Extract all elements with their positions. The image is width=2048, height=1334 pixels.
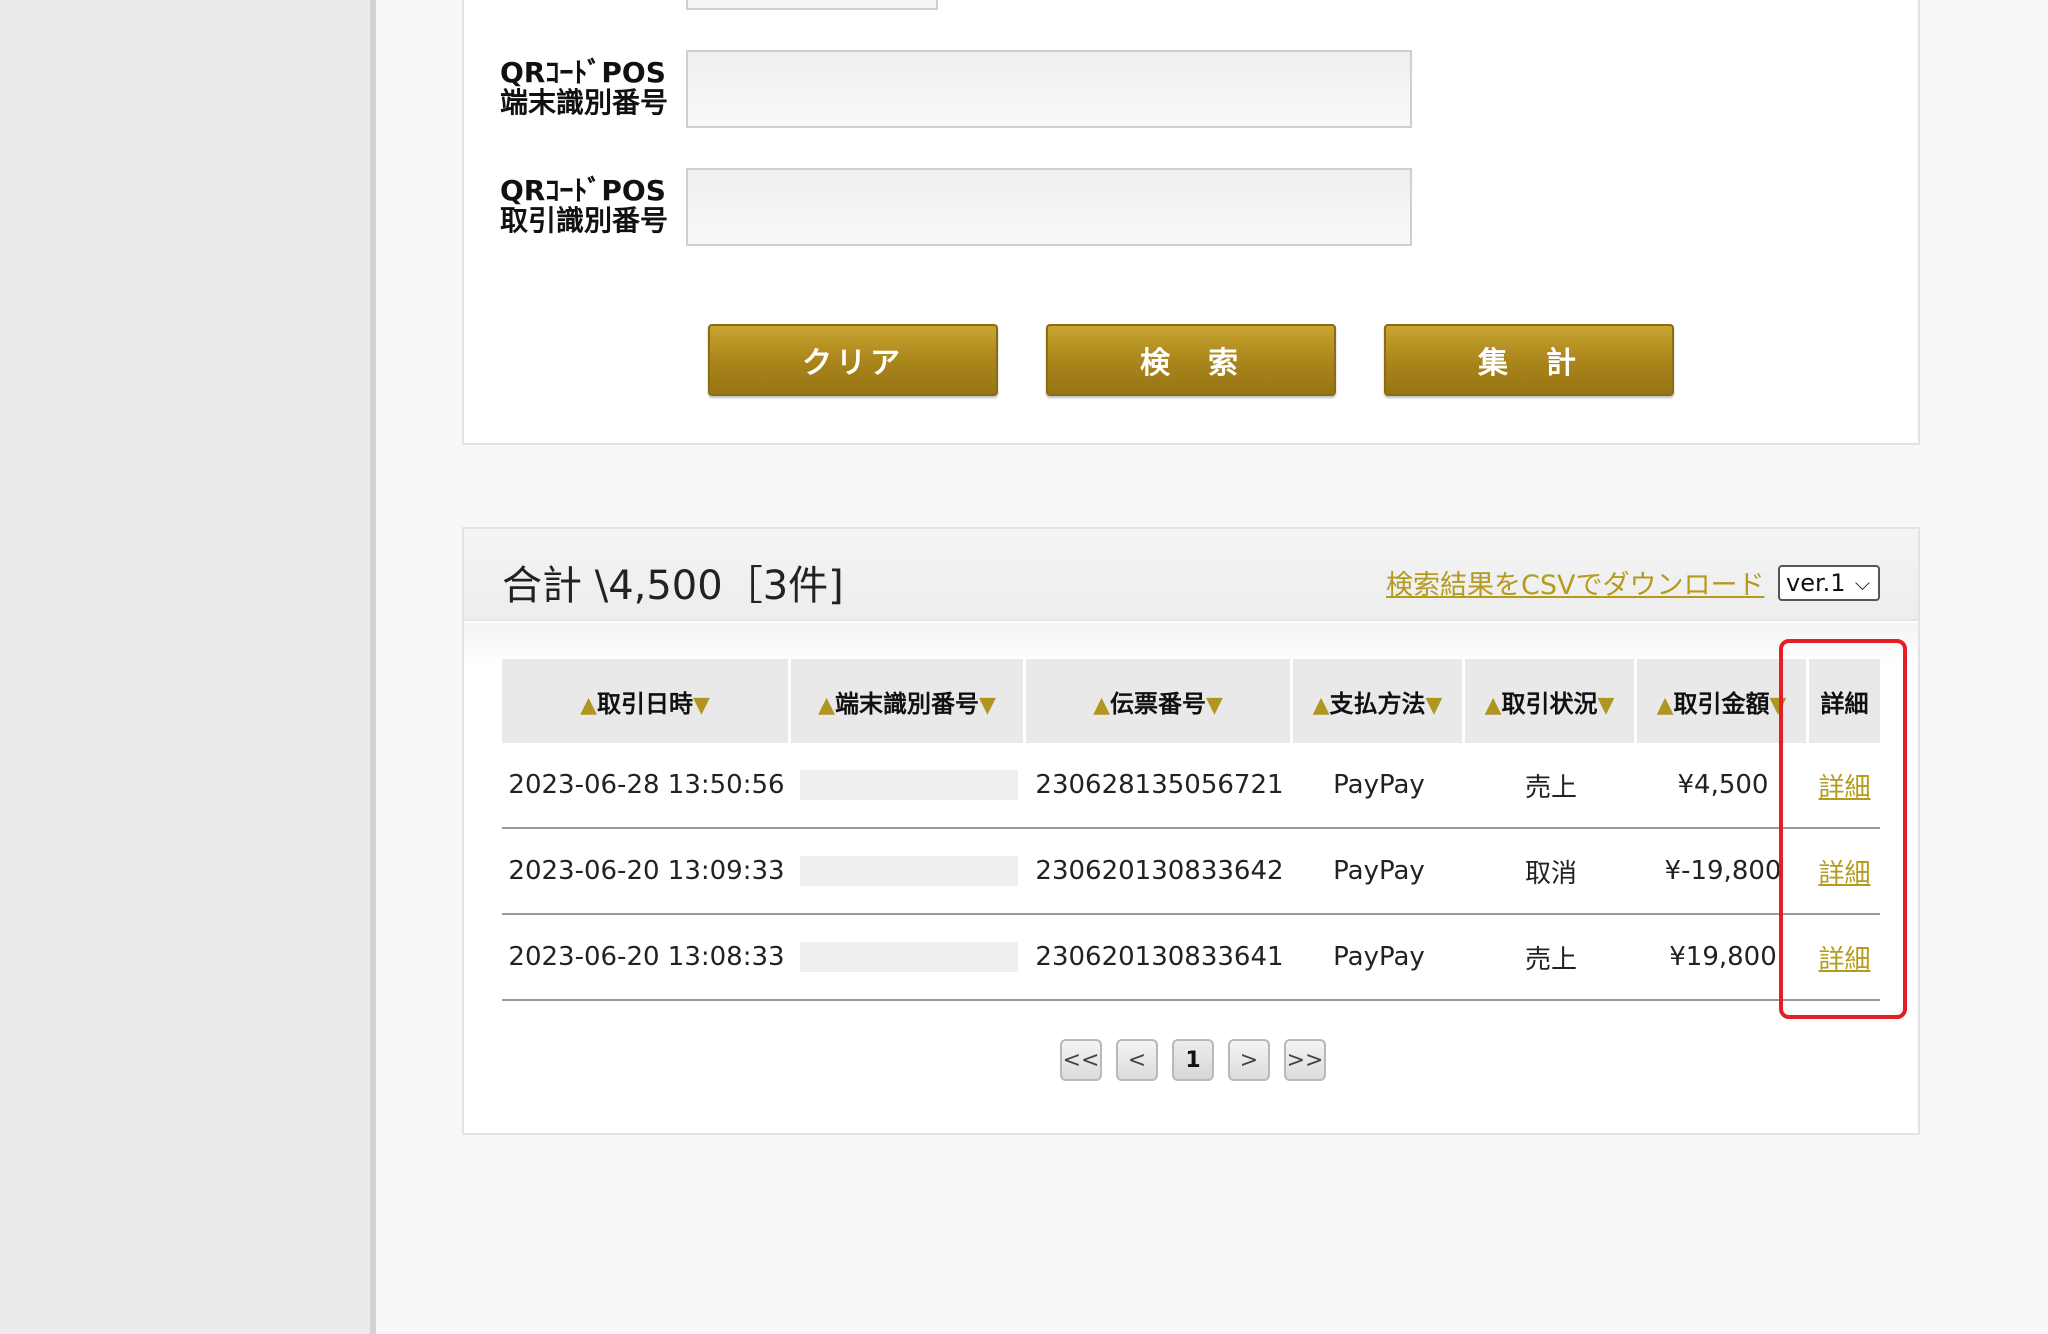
col-label: 取引日時 <box>597 689 693 718</box>
sort-asc-icon[interactable]: ▲ <box>1657 693 1674 718</box>
col-detail: 詳細 <box>1809 659 1880 743</box>
sort-desc-icon[interactable]: ▼ <box>1426 693 1443 718</box>
clear-button[interactable]: クリア <box>708 324 998 396</box>
first-page-button[interactable]: << <box>1060 1039 1102 1081</box>
sort-asc-icon[interactable]: ▲ <box>1485 693 1502 718</box>
sort-desc-icon[interactable]: ▼ <box>1206 693 1223 718</box>
detail-link[interactable]: 詳細 <box>1818 945 1870 975</box>
cell-slip: 230628135056721 <box>1026 743 1293 829</box>
col-label: 支払方法 <box>1329 689 1426 718</box>
table-row: 2023-06-20 13:08:33 230620130833641 PayP… <box>502 915 1880 1001</box>
col-amount[interactable]: ▲取引金額▼ <box>1637 659 1809 743</box>
cell-amount: ¥4,500 <box>1637 743 1809 829</box>
cell-amount: ¥-19,800 <box>1637 829 1809 915</box>
redacted-value <box>799 942 1018 973</box>
detail-link[interactable]: 詳細 <box>1818 859 1870 889</box>
cell-slip: 230620130833642 <box>1026 829 1293 915</box>
sort-desc-icon[interactable]: ▼ <box>1770 693 1787 718</box>
transaction-id-label: QRｺｰﾄﾞPOS 取引識別番号 <box>500 174 669 237</box>
redacted-value <box>799 856 1018 887</box>
table-row: 2023-06-28 13:50:56 230628135056721 PayP… <box>502 743 1880 829</box>
col-terminal[interactable]: ▲端末識別番号▼ <box>791 659 1026 743</box>
cell-detail: 詳細 <box>1809 915 1880 1001</box>
cell-datetime: 2023-06-28 13:50:56 <box>502 743 791 829</box>
next-page-button[interactable]: > <box>1228 1039 1270 1081</box>
cell-amount: ¥19,800 <box>1637 915 1809 1001</box>
results-table: ▲取引日時▼ ▲端末識別番号▼ ▲伝票番号▼ ▲支払方法▼ ▲取引状況▼ ▲取引… <box>502 659 1880 1001</box>
last-page-button[interactable]: >> <box>1284 1039 1326 1081</box>
search-field-top-partial[interactable] <box>686 0 938 10</box>
page-1-button[interactable]: 1 <box>1172 1039 1214 1081</box>
sort-asc-icon[interactable]: ▲ <box>818 693 835 718</box>
search-button[interactable]: 検 索 <box>1046 324 1336 396</box>
csv-download-link[interactable]: 検索結果をCSVでダウンロード <box>1386 563 1764 602</box>
col-method[interactable]: ▲支払方法▼ <box>1293 659 1465 743</box>
sort-desc-icon[interactable]: ▼ <box>1598 693 1615 718</box>
cell-method: PayPay <box>1293 915 1465 1001</box>
redacted-value <box>799 770 1018 801</box>
aggregate-button[interactable]: 集 計 <box>1384 324 1674 396</box>
sort-asc-icon[interactable]: ▲ <box>1093 693 1110 718</box>
cell-method: PayPay <box>1293 743 1465 829</box>
col-label: 伝票番号 <box>1110 689 1206 718</box>
cell-terminal <box>791 829 1026 915</box>
left-sidebar <box>0 0 376 1334</box>
terminal-id-input[interactable] <box>686 50 1412 128</box>
version-select[interactable]: ver.1 ⌵ <box>1778 565 1880 601</box>
cell-slip: 230620130833641 <box>1026 915 1293 1001</box>
chevron-down-icon: ⌵ <box>1854 571 1870 595</box>
cell-detail: 詳細 <box>1809 829 1880 915</box>
cell-status: 売上 <box>1465 743 1637 829</box>
results-total: 合計 \4,500［3件] <box>502 563 844 609</box>
header-shadow <box>464 623 1918 663</box>
table-row: 2023-06-20 13:09:33 230620130833642 PayP… <box>502 829 1880 915</box>
transaction-id-input[interactable] <box>686 168 1412 246</box>
results-header: 合計 \4,500［3件] 検索結果をCSVでダウンロード ver.1 ⌵ <box>464 529 1918 621</box>
table-header-row: ▲取引日時▼ ▲端末識別番号▼ ▲伝票番号▼ ▲支払方法▼ ▲取引状況▼ ▲取引… <box>502 659 1880 743</box>
sort-asc-icon[interactable]: ▲ <box>1313 693 1330 718</box>
version-select-value: ver.1 <box>1786 569 1846 597</box>
cell-status: 取消 <box>1465 829 1637 915</box>
detail-link[interactable]: 詳細 <box>1818 773 1870 803</box>
cell-detail: 詳細 <box>1809 743 1880 829</box>
col-slip[interactable]: ▲伝票番号▼ <box>1026 659 1293 743</box>
pagination: << < 1 > >> <box>1060 1039 1326 1081</box>
prev-page-button[interactable]: < <box>1116 1039 1158 1081</box>
sort-desc-icon[interactable]: ▼ <box>979 693 996 718</box>
sort-desc-icon[interactable]: ▼ <box>693 693 710 718</box>
col-datetime[interactable]: ▲取引日時▼ <box>502 659 791 743</box>
sort-asc-icon[interactable]: ▲ <box>580 693 597 718</box>
cell-datetime: 2023-06-20 13:09:33 <box>502 829 791 915</box>
col-label: 取引状況 <box>1501 689 1598 718</box>
col-label: 端末識別番号 <box>835 689 979 718</box>
cell-datetime: 2023-06-20 13:08:33 <box>502 915 791 1001</box>
col-status[interactable]: ▲取引状況▼ <box>1465 659 1637 743</box>
cell-method: PayPay <box>1293 829 1465 915</box>
cell-terminal <box>791 915 1026 1001</box>
cell-status: 売上 <box>1465 915 1637 1001</box>
col-label: 取引金額 <box>1673 689 1770 718</box>
terminal-id-label: QRｺｰﾄﾞPOS 端末識別番号 <box>500 56 669 119</box>
cell-terminal <box>791 743 1026 829</box>
